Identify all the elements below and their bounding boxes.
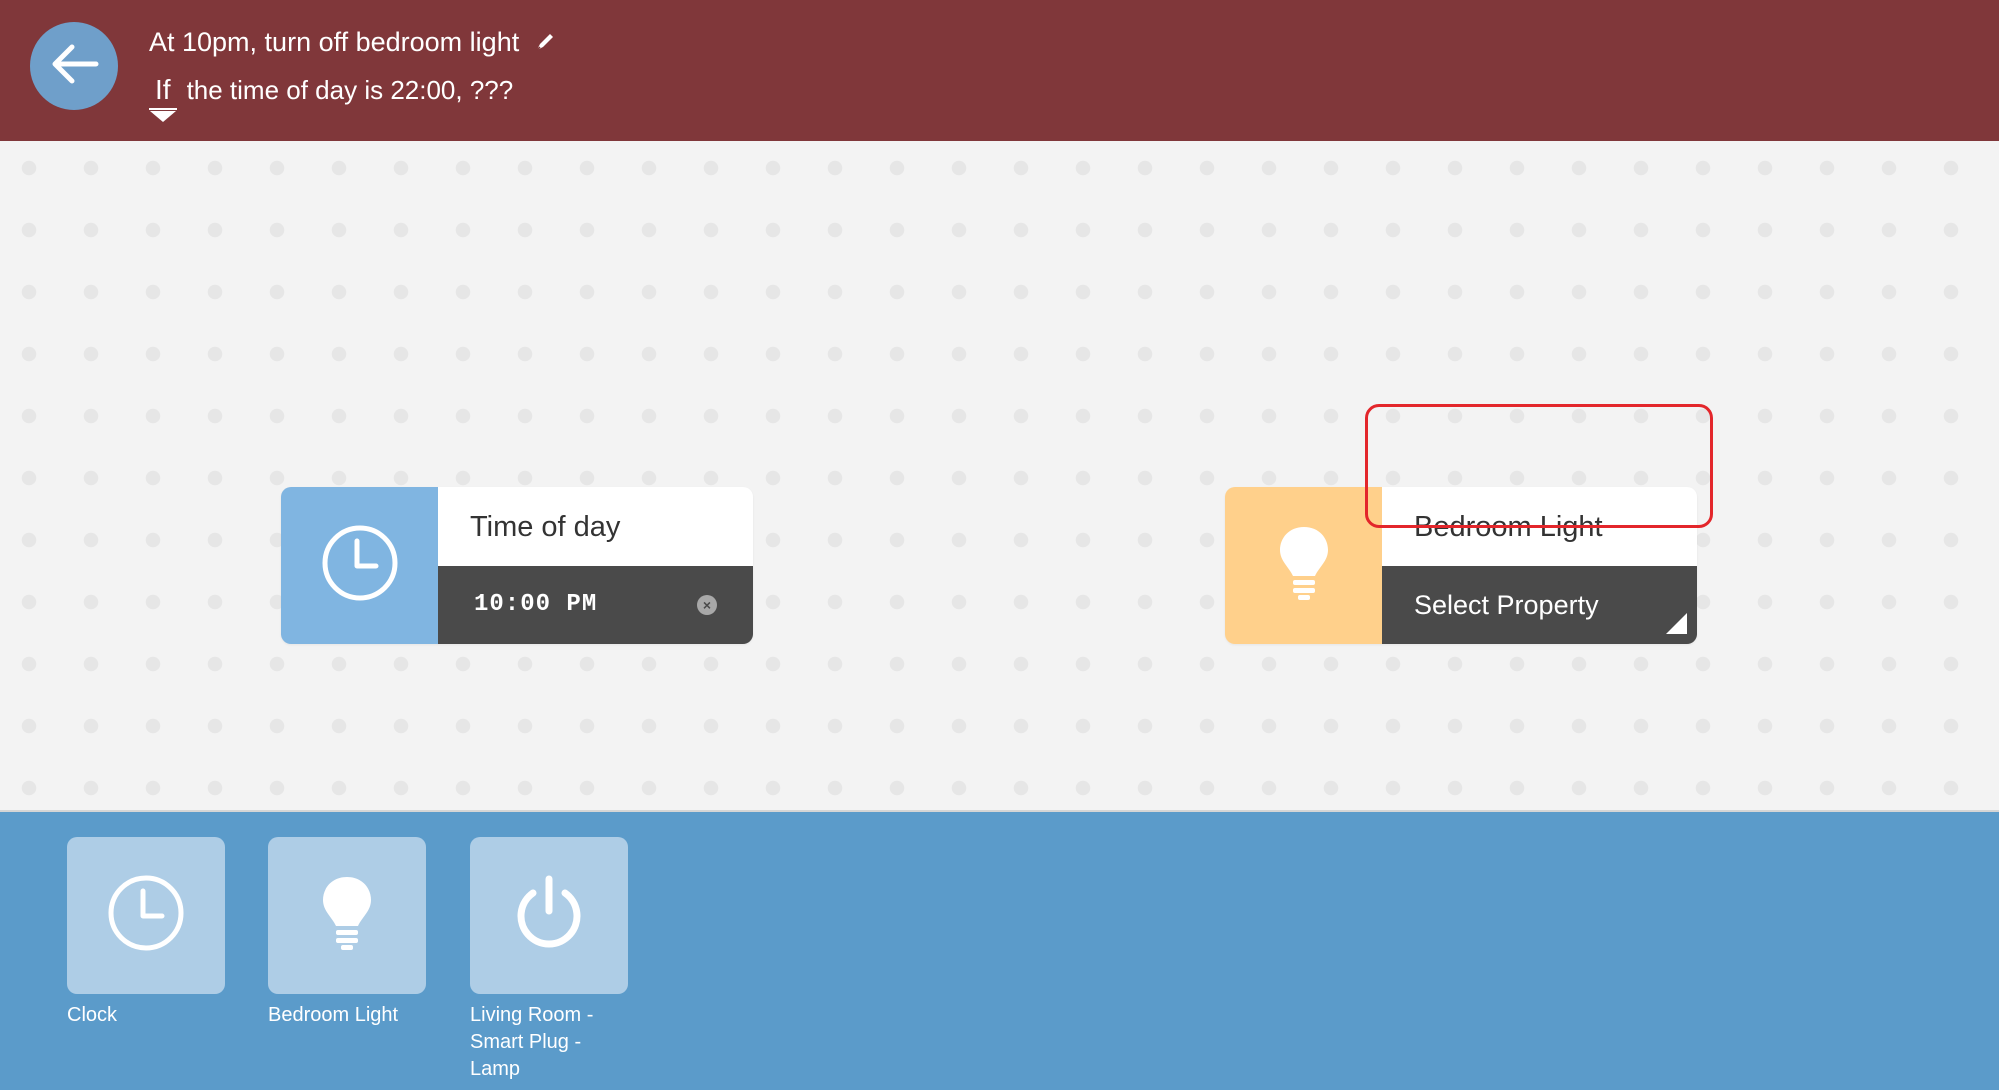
lightbulb-icon <box>319 873 375 958</box>
palette-item-living-room-smart-plug-lamp[interactable]: Living Room - Smart Plug - Lamp <box>470 837 630 1083</box>
chevron-down-icon <box>149 111 176 122</box>
lightbulb-icon <box>1276 523 1332 608</box>
block-icon-area <box>1225 487 1382 644</box>
block-title: Time of day <box>470 511 621 543</box>
rule-header: At 10pm, turn off bedroom light If the t… <box>0 0 1999 141</box>
block-body: Bedroom Light Select Property <box>1382 487 1697 644</box>
select-property-label: Select Property <box>1414 590 1599 620</box>
palette-tile[interactable] <box>268 837 426 994</box>
block-body: Time of day 10:00 PM × <box>438 487 753 644</box>
time-input[interactable]: 10:00 PM × <box>438 566 753 644</box>
block-title: Bedroom Light <box>1414 511 1603 543</box>
if-label: If <box>155 74 171 105</box>
clock-icon <box>106 873 186 958</box>
rule-title: At 10pm, turn off bedroom light <box>149 27 520 57</box>
palette-item-clock[interactable]: Clock <box>67 837 227 1029</box>
clear-icon[interactable]: × <box>697 595 717 615</box>
rule-description: If the time of day is 22:00, ??? <box>149 70 514 122</box>
palette-tile[interactable] <box>67 837 225 994</box>
rule-title-row: At 10pm, turn off bedroom light <box>149 22 557 62</box>
palette-item-bedroom-light[interactable]: Bedroom Light <box>268 837 428 1029</box>
palette-label: Bedroom Light <box>268 1004 399 1026</box>
pencil-icon[interactable] <box>533 30 557 54</box>
palette-label: Clock <box>67 1004 118 1026</box>
bedroom-light-block[interactable]: Bedroom Light Select Property <box>1225 487 1697 644</box>
device-palette: Clock Bedroom Light Living Room - Smart … <box>0 810 1999 1090</box>
palette-tile[interactable] <box>470 837 628 994</box>
if-dropdown[interactable]: If <box>149 70 177 122</box>
clock-icon <box>320 523 400 608</box>
arrow-left-icon <box>48 42 100 91</box>
dropdown-corner-icon <box>1666 613 1687 634</box>
back-button[interactable] <box>30 22 118 110</box>
select-property-dropdown[interactable]: Select Property <box>1382 566 1697 644</box>
block-icon-area <box>281 487 438 644</box>
rule-canvas[interactable]: Time of day 10:00 PM × Bedroom Light Sel… <box>0 141 1999 810</box>
power-icon <box>511 873 587 958</box>
rule-text: the time of day is 22:00, ??? <box>186 75 514 105</box>
time-of-day-block[interactable]: Time of day 10:00 PM × <box>281 487 753 644</box>
time-value[interactable]: 10:00 PM <box>474 566 597 644</box>
palette-label: Living Room - Smart Plug - Lamp <box>470 1004 594 1080</box>
